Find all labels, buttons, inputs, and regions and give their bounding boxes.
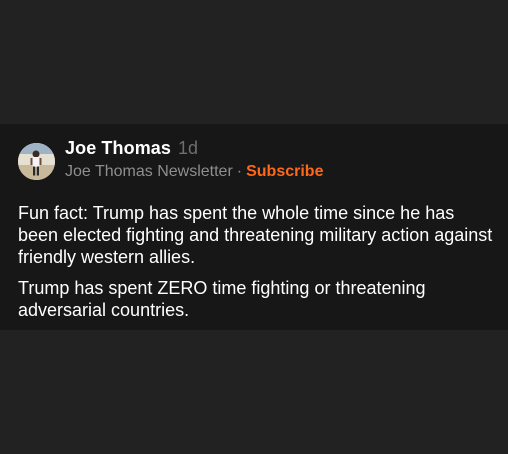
source-row: Joe Thomas Newsletter · Subscribe: [65, 163, 323, 181]
note-card: Joe Thomas 1d Joe Thomas Newsletter · Subsc…: [0, 124, 508, 330]
post-paragraph: Trump has spent ZERO time fighting or th…: [18, 278, 426, 320]
author-row: Joe Thomas 1d: [65, 138, 198, 159]
avatar[interactable]: [18, 143, 55, 180]
newsletter-name[interactable]: Joe Thomas Newsletter: [65, 163, 233, 180]
post-paragraph: Fun fact: Trump has spent the whole time…: [18, 203, 493, 267]
post-body: Fun fact: Trump has spent the whole time…: [18, 202, 493, 330]
subscribe-button[interactable]: Subscribe: [246, 163, 323, 180]
post-age: 1d: [178, 138, 199, 158]
separator-dot: ·: [236, 163, 243, 180]
author-name[interactable]: Joe Thomas: [65, 138, 171, 158]
avatar-photo-icon: [18, 143, 55, 180]
